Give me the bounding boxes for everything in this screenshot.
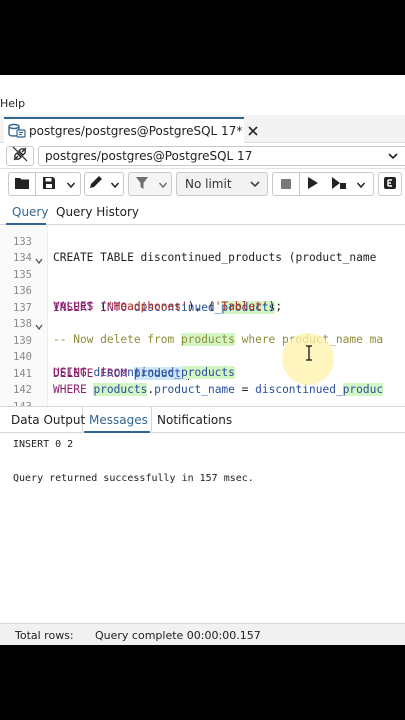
save-icon	[42, 175, 56, 194]
sql-editor[interactable]: 133 CREATE TABLE discontinued_products (…	[0, 225, 405, 407]
code-line: 144	[0, 398, 405, 406]
stop-button[interactable]	[273, 173, 299, 195]
code-line: 139 DELETE FROM products	[0, 316, 405, 380]
close-icon[interactable]	[248, 125, 258, 137]
connection-bar: postgres/postgres@PostgreSQL 17	[0, 143, 405, 169]
explain-icon	[383, 175, 397, 194]
stop-icon	[280, 175, 292, 194]
chevron-down-icon	[356, 175, 366, 194]
query-complete-status: Query complete 00:00:00.157	[95, 629, 261, 642]
connection-plug-icon	[12, 146, 28, 166]
tab-data-output[interactable]: Data Output	[11, 413, 85, 427]
connection-status-button[interactable]	[6, 146, 34, 166]
chevron-down-icon	[387, 150, 399, 165]
play-script-icon	[331, 175, 347, 194]
open-file-button[interactable]	[9, 173, 35, 195]
total-rows: Total rows:	[15, 629, 74, 642]
tab-messages[interactable]: Messages	[89, 413, 148, 427]
connection-select[interactable]: postgres/postgres@PostgreSQL 17	[38, 146, 405, 166]
code-line: 136 VALUES ('Headphones'), ('Tablet');	[0, 266, 405, 314]
execute-options-dropdown[interactable]	[352, 173, 370, 195]
query-toolbar: No limit	[0, 169, 405, 201]
tab-query[interactable]: Query	[12, 205, 48, 219]
chevron-down-icon	[66, 175, 76, 194]
tab-query-history[interactable]: Query History	[56, 205, 139, 219]
database-query-icon	[8, 122, 26, 140]
code-line: 137	[0, 283, 405, 314]
explain-button-group	[378, 172, 402, 196]
message-line: INSERT 0 2	[13, 439, 74, 450]
fold-chevron-icon[interactable]	[35, 254, 43, 265]
tab-notifications[interactable]: Notifications	[157, 413, 232, 427]
edit-options-dropdown[interactable]	[107, 173, 123, 195]
row-limit-value: No limit	[185, 177, 232, 191]
filter-button[interactable]	[129, 173, 155, 195]
code-line: 143 SELECT * FROM products;	[0, 382, 405, 407]
code-line: 135 INSERT INTO discontinued_products	[0, 250, 405, 314]
chevron-down-icon	[110, 175, 120, 194]
code-line: 134	[0, 233, 405, 264]
execute-button-group	[272, 172, 374, 196]
row-limit-select[interactable]: No limit	[176, 172, 268, 196]
pencil-icon	[88, 174, 104, 194]
result-tabs: Data Output Messages Notifications	[0, 407, 405, 433]
folder-icon	[14, 175, 30, 194]
code-line: 140 USING discontinued_products	[0, 332, 405, 379]
pgadmin-window: Help postgres/postgres@PostgreSQL 17* po…	[0, 75, 405, 645]
fold-chevron-icon[interactable]	[35, 320, 43, 331]
chevron-down-icon	[249, 178, 261, 193]
execute-button[interactable]	[300, 173, 326, 195]
save-options-dropdown[interactable]	[62, 173, 80, 195]
edit-button[interactable]	[85, 173, 107, 195]
query-tab-bar: postgres/postgres@PostgreSQL 17*	[0, 115, 405, 143]
query-tool-tab[interactable]: postgres/postgres@PostgreSQL 17*	[4, 117, 258, 143]
message-line: Query returned successfully in 157 msec.	[13, 473, 254, 484]
messages-panel: INSERT 0 2 Query returned successfully i…	[0, 433, 405, 623]
tab-title: postgres/postgres@PostgreSQL 17*	[29, 124, 243, 138]
text-cursor-icon	[304, 345, 314, 361]
chevron-down-icon	[158, 175, 168, 194]
execute-script-button[interactable]	[326, 173, 352, 195]
menu-help[interactable]: Help	[0, 97, 25, 110]
file-button-group	[8, 172, 81, 196]
code-line: 138 -- Now delete from products where pr…	[0, 299, 405, 346]
connection-value: postgres/postgres@PostgreSQL 17	[45, 149, 253, 163]
filter-button-group	[128, 172, 172, 196]
status-bar: Total rows: Query complete 00:00:00.157	[0, 623, 405, 645]
filter-options-dropdown[interactable]	[155, 173, 171, 195]
query-tabs: Query Query History	[0, 201, 405, 225]
play-icon	[307, 175, 319, 194]
code-line: 141 WHERE products.product_name = discon…	[0, 349, 405, 396]
edit-button-group	[84, 172, 124, 196]
filter-icon	[135, 175, 149, 194]
code-line: 142	[0, 365, 405, 396]
save-button[interactable]	[36, 173, 62, 195]
menu-bar: Help	[0, 75, 405, 115]
explain-button[interactable]	[379, 173, 401, 195]
